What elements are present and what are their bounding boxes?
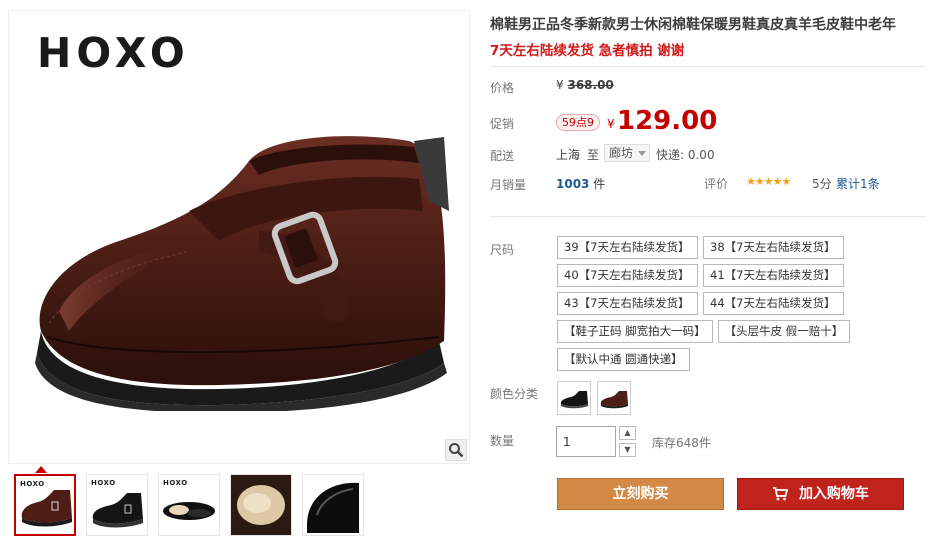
size-option-41[interactable]: 41【7天左右陆续发货】 — [703, 264, 844, 287]
size-options: 39【7天左右陆续发货】 38【7天左右陆续发货】 40【7天左右陆续发货】 4… — [557, 236, 887, 371]
stock-count: 库存648件 — [652, 436, 711, 450]
thumbnail-brand-label: HOXO — [163, 479, 188, 487]
wool-lining-thumbnail — [231, 475, 291, 535]
thumbnail-3[interactable]: HOXO — [158, 474, 220, 536]
ship-from-location: 上海 — [556, 148, 581, 162]
shipping-label: 配送 — [490, 149, 515, 163]
size-option-courier-note[interactable]: 【默认中通 圆通快递】 — [557, 348, 690, 371]
shipping-fee: 快递: 0.00 — [656, 148, 715, 162]
thumbnail-brand-label: HOXO — [20, 480, 45, 488]
original-price-currency: ¥ — [556, 78, 564, 92]
ship-to-word: 至 — [587, 148, 600, 162]
rating-score: 5分 — [812, 177, 832, 191]
thumbnail-2[interactable]: HOXO — [86, 474, 148, 536]
active-thumbnail-indicator — [35, 466, 47, 473]
size-option-40[interactable]: 40【7天左右陆续发货】 — [557, 264, 698, 287]
promo-label: 促销 — [490, 117, 515, 131]
destination-value: 廊坊 — [609, 146, 634, 160]
add-to-cart-button[interactable]: 加入购物车 — [737, 478, 904, 510]
size-option-39[interactable]: 39【7天左右陆续发货】 — [557, 236, 698, 259]
brand-logo: HOXO — [37, 29, 190, 77]
size-option-leather-note[interactable]: 【头层牛皮 假一赔十】 — [717, 320, 851, 343]
black-toe-thumbnail — [307, 482, 359, 533]
monthly-sales-unit: 件 — [593, 177, 606, 191]
promo-badge: 59点9 — [556, 114, 600, 131]
rating-stars-icon: ★★★★★ — [746, 175, 791, 188]
price-label: 价格 — [490, 81, 515, 95]
promo-currency: ¥ — [607, 117, 615, 131]
color-label: 颜色分类 — [490, 387, 539, 401]
divider — [490, 66, 926, 67]
size-option-38[interactable]: 38【7天左右陆续发货】 — [703, 236, 844, 259]
product-gallery: HOXO HOXO HOXO HOXO — [8, 10, 470, 540]
chevron-down-icon — [638, 151, 647, 156]
thumbnail-brand-label: HOXO — [91, 479, 116, 487]
destination-select[interactable]: 廊坊 — [604, 144, 651, 162]
thumbnail-strip: HOXO HOXO HOXO — [14, 474, 364, 536]
main-product-image[interactable]: HOXO — [8, 10, 470, 464]
search-icon — [449, 443, 464, 458]
monthly-sales-count: 1003 — [556, 177, 590, 191]
quantity-decrease-button[interactable]: ▼ — [619, 443, 636, 457]
original-price: ¥ 368.00 — [556, 78, 614, 92]
quantity-increase-button[interactable]: ▲ — [619, 426, 636, 440]
size-option-fit-note[interactable]: 【鞋子正码 脚宽拍大一码】 — [557, 320, 713, 343]
divider — [490, 216, 926, 217]
buy-now-button[interactable]: 立刻购买 — [557, 478, 724, 510]
review-count-link[interactable]: 累计1条 — [836, 175, 880, 192]
add-to-cart-label: 加入购物车 — [798, 486, 869, 502]
product-title: 棉鞋男正品冬季新款男士休闲棉鞋保暖男鞋真皮真羊毛皮鞋中老年 — [490, 17, 896, 33]
thumbnail-4[interactable] — [230, 474, 292, 536]
monthly-sales-label: 月销量 — [490, 178, 527, 192]
size-option-43[interactable]: 43【7天左右陆续发货】 — [557, 292, 698, 315]
rating-label: 评价 — [704, 177, 729, 191]
size-label: 尺码 — [490, 243, 515, 257]
color-swatch-brown[interactable] — [597, 381, 631, 415]
quantity-input[interactable] — [556, 426, 616, 457]
monthly-sales: 1003 件 — [556, 175, 605, 192]
product-subtitle: 7天左右陆续发货 急者慎拍 谢谢 — [490, 43, 685, 59]
zoom-button[interactable] — [445, 439, 467, 461]
promo-price: 129.00 — [617, 106, 718, 136]
color-swatch-black[interactable] — [557, 381, 591, 415]
thumbnail-1[interactable]: HOXO — [14, 474, 76, 536]
thumbnail-5[interactable] — [302, 474, 364, 536]
brown-shoe-swatch — [600, 391, 628, 409]
quantity-label: 数量 — [490, 434, 515, 448]
brown-leather-shoe-image — [35, 136, 449, 411]
original-price-value: 368.00 — [567, 78, 614, 92]
product-detail-panel: 棉鞋男正品冬季新款男士休闲棉鞋保暖男鞋真皮真羊毛皮鞋中老年 7天左右陆续发货 急… — [490, 0, 926, 543]
buy-now-label: 立刻购买 — [612, 486, 669, 502]
size-option-44[interactable]: 44【7天左右陆续发货】 — [703, 292, 844, 315]
cart-icon — [773, 487, 789, 501]
black-shoe-swatch — [560, 391, 588, 409]
